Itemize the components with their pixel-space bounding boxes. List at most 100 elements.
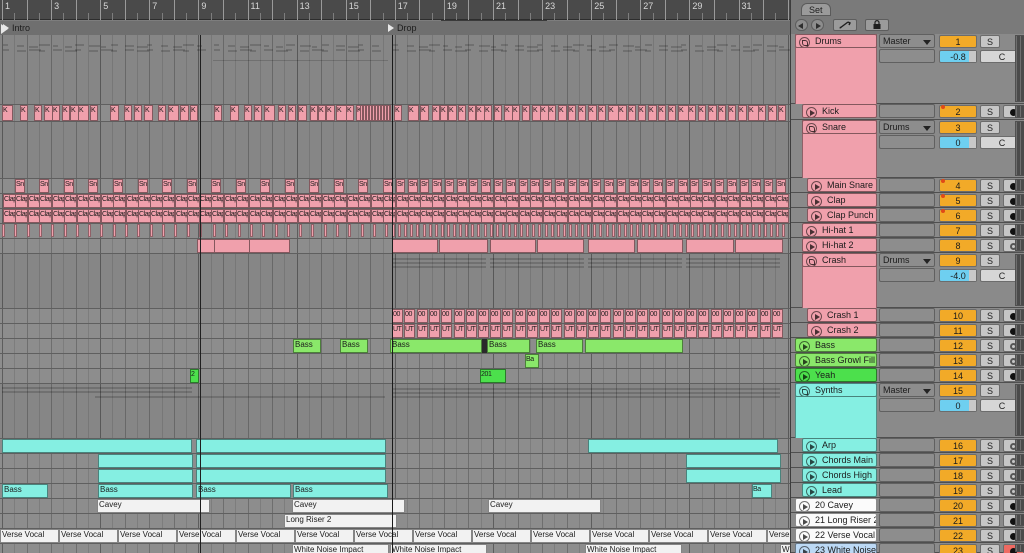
kick-clip[interactable]: K [668, 105, 676, 121]
verse-vocal-clip[interactable]: Verse Vocal [236, 529, 295, 543]
crash2-clip[interactable]: UT [466, 324, 477, 338]
bass-clip[interactable]: Bass [293, 339, 321, 353]
crash2-clip[interactable]: UT [698, 324, 709, 338]
hihat2-clip[interactable] [735, 239, 783, 253]
track-io-slot-secondary[interactable] [879, 135, 935, 149]
track-io-slot[interactable] [879, 438, 935, 452]
kick-clip[interactable]: K [90, 105, 98, 121]
solo-button[interactable]: S [980, 121, 1000, 134]
clap-punch-clip[interactable]: Clap [481, 209, 494, 223]
track-row[interactable]: Bass Growl Fill 13 S [791, 353, 1024, 368]
track-name-crash-2[interactable]: Crash 2 [807, 323, 877, 337]
kick-clip[interactable]: K [432, 105, 440, 121]
hihat-clip[interactable] [471, 224, 474, 237]
crash2-clip[interactable]: UT [649, 324, 660, 338]
crash1-clip[interactable]: 00 [625, 309, 636, 323]
clap-clip[interactable]: Clap [285, 194, 298, 208]
crash1-clip[interactable]: 00 [588, 309, 599, 323]
solo-button[interactable]: S [980, 105, 1000, 118]
crash1-clip[interactable]: 00 [674, 309, 685, 323]
snare-clip[interactable]: Sn [162, 179, 172, 193]
hihat-clip[interactable] [764, 224, 767, 237]
chords-high-clip[interactable] [98, 469, 193, 483]
track-name-chords-main[interactable]: Chords Main [802, 453, 877, 467]
hihat-clip[interactable] [770, 224, 773, 237]
kick-clip[interactable]: K [768, 105, 777, 121]
track-name-23-white-noise[interactable]: 23 White Noise [795, 543, 877, 553]
locator-strip[interactable]: Intro Drop [0, 21, 790, 35]
hihat-clip[interactable] [453, 224, 456, 237]
lock-icon[interactable] [865, 19, 889, 31]
pencil-icon[interactable] [833, 19, 857, 31]
kick-clip[interactable]: K [254, 105, 262, 121]
hihat-clip[interactable] [520, 224, 523, 237]
chords-high-clip[interactable] [196, 469, 386, 483]
clap-punch-clip[interactable]: Clap [727, 209, 740, 223]
hihat2-clip[interactable] [686, 239, 734, 253]
track-volume-field[interactable]: 19 [939, 484, 977, 497]
crash2-clip[interactable]: UT [490, 324, 501, 338]
track-volume-field[interactable]: 13 [939, 354, 977, 367]
hihat2-clip[interactable] [637, 239, 683, 253]
hihat-clip[interactable] [697, 224, 700, 237]
hihat-clip[interactable] [174, 224, 177, 237]
crash1-clip[interactable]: 00 [711, 309, 722, 323]
snare-clip[interactable]: Sn [138, 179, 148, 193]
hihat-clip[interactable] [373, 224, 376, 237]
snare-clip[interactable]: Sn [15, 179, 25, 193]
track-name-arp[interactable]: Arp [802, 438, 877, 452]
snare-clip[interactable]: Sn [506, 179, 516, 193]
chevron-down-icon[interactable] [923, 126, 931, 131]
clap-clip[interactable]: Clap [776, 194, 789, 208]
clap-punch-clip[interactable]: Clap [530, 209, 543, 223]
crash1-clip[interactable]: 00 [429, 309, 440, 323]
kick-clip[interactable]: K [2, 105, 13, 121]
track-io-slot[interactable] [879, 308, 935, 322]
track-lane[interactable] [0, 239, 790, 254]
clap-punch-clip[interactable]: Clap [88, 209, 101, 223]
crash2-clip[interactable]: UT [637, 324, 648, 338]
snare-clip[interactable]: Sn [617, 179, 626, 193]
crash1-clip[interactable]: 00 [723, 309, 734, 323]
clap-clip[interactable]: Clap [727, 194, 740, 208]
chevron-down-icon[interactable] [923, 40, 931, 45]
kick-clip[interactable]: K [168, 105, 179, 121]
hihat-clip[interactable] [238, 224, 241, 237]
track-lane[interactable]: White Noise Impact White Noise Impact Whit… [0, 544, 790, 553]
track-lane[interactable] [0, 454, 790, 469]
hihat-clip[interactable] [581, 224, 584, 237]
hihat-clip[interactable] [39, 224, 42, 237]
track-lane[interactable]: Clap Clap Clap Clap Clap Clap Clap Clap Clap Clap… [0, 209, 790, 224]
kick-clip[interactable]: K [298, 105, 307, 121]
snare-clip[interactable]: Sn [641, 179, 650, 193]
hihat-clip[interactable] [538, 224, 541, 237]
kick-clip[interactable]: K [568, 105, 576, 121]
track-volume-field[interactable]: 12 [939, 339, 977, 352]
crash2-clip[interactable]: UT [662, 324, 673, 338]
snare-clip[interactable]: Sn [579, 179, 589, 193]
kick-clip[interactable]: K [110, 105, 119, 121]
lead-clip[interactable]: Bass [98, 484, 193, 498]
hihat-clip[interactable] [225, 224, 228, 237]
hihat-clip[interactable] [618, 224, 621, 237]
kick-clip[interactable]: K [326, 105, 335, 121]
bass-clip[interactable] [585, 339, 683, 353]
track-row[interactable]: Kick 2 S [791, 104, 1024, 120]
kick-clip[interactable]: K [628, 105, 636, 121]
track-io-slot[interactable] [879, 368, 935, 382]
snare-clip[interactable]: Sn [445, 179, 454, 193]
bass-clip[interactable]: Bass [390, 339, 482, 353]
crash1-clip[interactable]: 00 [600, 309, 611, 323]
track-name-bass[interactable]: Bass [795, 338, 877, 352]
clap-punch-clip[interactable]: Clap [309, 209, 322, 223]
track-volume-field[interactable]: 4 [939, 179, 977, 192]
kick-clip[interactable]: K [230, 105, 239, 121]
crash2-clip[interactable]: UT [576, 324, 587, 338]
crash2-clip[interactable]: UT [723, 324, 734, 338]
track-name-main-snare[interactable]: Main Snare [807, 178, 877, 192]
clap-clip[interactable]: Clap [39, 194, 52, 208]
clap-clip[interactable]: Clap [481, 194, 494, 208]
track-activator-icon[interactable] [799, 546, 810, 553]
kick-clip[interactable]: K [522, 105, 530, 121]
clap-clip[interactable]: Clap [211, 194, 224, 208]
